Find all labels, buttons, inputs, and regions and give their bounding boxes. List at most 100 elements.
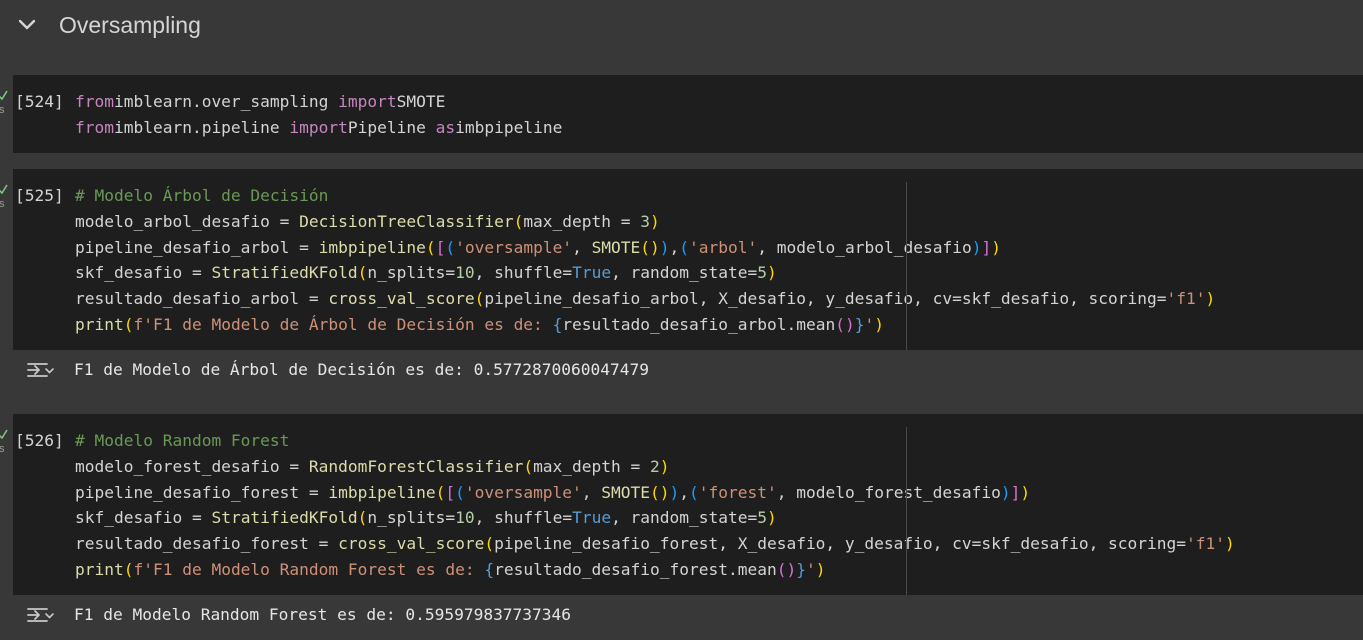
code-token: 'f1' [1186, 534, 1226, 554]
code-token: ( [455, 482, 465, 502]
code-token: pipeline_desafio_forest, X_desafio, y_de… [494, 534, 1187, 554]
code-token: True [572, 263, 612, 283]
code-token: print [75, 559, 124, 579]
code-line[interactable]: print(f'F1 de Modelo Random Forest es de… [75, 557, 1235, 583]
code-editor[interactable]: # Modelo Árbol de Decisión modelo_arbol_d… [75, 183, 1215, 338]
code-token: n_splits= [367, 508, 456, 528]
code-editor[interactable]: fromimblearn.over_sampling importSMOTE fr… [75, 89, 562, 141]
code-line[interactable]: pipeline_desafio_arbol = imbpipeline([('… [75, 235, 1215, 261]
code-line[interactable]: modelo_forest_desafio = RandomForestClas… [75, 454, 1235, 480]
execution-count: [524] [15, 92, 64, 111]
code-token: StratifiedKFold [211, 508, 358, 528]
cell-status-gutter: s [0, 184, 13, 224]
cell-output: F1 de Modelo Random Forest es de: 0.5959… [13, 595, 1363, 640]
check-icon [0, 429, 8, 439]
code-token: 5 [757, 263, 767, 283]
section-title: Oversampling [59, 12, 201, 38]
code-token: ) [767, 263, 777, 283]
column-ruler [906, 182, 907, 350]
code-token: skf_desafio = [75, 263, 212, 283]
code-token: max_depth = [533, 456, 651, 476]
code-token: f'F1 de Modelo Random Forest es de: [133, 559, 485, 579]
code-token: ( [357, 263, 368, 283]
cell-status-gutter: s [0, 90, 13, 130]
code-token: [ [435, 237, 446, 257]
code-token: modelo_arbol_desafio = [75, 211, 300, 231]
code-line[interactable]: print(f'F1 de Modelo de Árbol de Decisió… [75, 312, 1215, 338]
code-token: pipeline_desafio_forest = [75, 482, 329, 502]
code-token: ( [513, 211, 524, 231]
code-token: pipeline_desafio_arbol, X_desafio, y_des… [484, 289, 1167, 309]
code-line[interactable]: fromimblearn.pipeline importPipeline asi… [75, 115, 562, 141]
output-toggle-icon[interactable] [25, 603, 55, 627]
code-editor[interactable]: # Modelo Random Forest modelo_forest_desa… [75, 428, 1235, 583]
code-token: [ [445, 482, 456, 502]
code-token: , modelo_forest_desafio [776, 482, 1001, 502]
code-token: f'F1 de Modelo de Árbol de Decisión es d… [133, 314, 553, 334]
code-token: } [854, 314, 865, 334]
code-token: cross_val_score [328, 289, 475, 309]
code-line[interactable]: fromimblearn.over_sampling importSMOTE [75, 89, 562, 115]
code-line[interactable]: # Modelo Random Forest [75, 428, 1235, 454]
code-token: StratifiedKFold [211, 263, 358, 283]
code-token: imblearn.over_sampling [113, 92, 339, 111]
execution-count: [525] [15, 186, 64, 205]
code-cell[interactable]: [524] fromimblearn.over_sampling importS… [13, 75, 1363, 153]
code-token: ) [1225, 534, 1235, 554]
code-token: () [835, 314, 855, 334]
code-line[interactable]: modelo_arbol_desafio = DecisionTreeClass… [75, 209, 1215, 235]
code-token: ( [425, 237, 436, 257]
code-line[interactable]: # Modelo Árbol de Decisión [75, 183, 1215, 209]
code-token: , random_state= [611, 508, 758, 528]
code-token: } [796, 559, 806, 579]
code-token: , [679, 482, 690, 502]
output-toggle-icon[interactable] [25, 358, 55, 382]
code-token: ( [474, 289, 485, 309]
code-token: ] [981, 237, 992, 257]
code-cell[interactable]: [525] # Modelo Árbol de Decisión modelo_a… [13, 169, 1363, 350]
code-token: SMOTE [591, 237, 641, 257]
code-token: { [552, 314, 563, 334]
code-token: SMOTE [396, 92, 446, 111]
cell-status-text: s [0, 104, 5, 116]
code-token: True [572, 508, 612, 528]
code-token: 'f1' [1166, 289, 1206, 309]
code-token: ) [991, 237, 1001, 257]
code-token: 'arbol' [689, 237, 758, 257]
code-token: ' [864, 314, 875, 334]
code-line[interactable]: resultado_desafio_arbol = cross_val_scor… [75, 286, 1215, 312]
code-token: resultado_desafio_arbol.mean [562, 314, 836, 334]
code-token: # Modelo Random Forest [75, 431, 290, 450]
code-line[interactable]: resultado_desafio_forest = cross_val_sco… [75, 531, 1235, 557]
code-token: () [650, 482, 670, 502]
code-token: import [289, 117, 348, 137]
code-token: , [572, 237, 592, 257]
code-line[interactable]: skf_desafio = StratifiedKFold(n_splits=1… [75, 505, 1235, 531]
code-token: ) [1000, 482, 1011, 502]
code-token: skf_desafio = [75, 508, 212, 528]
code-token: 'oversample' [455, 237, 573, 257]
code-token: imbpipeline [328, 482, 436, 502]
code-token: from [75, 92, 114, 111]
code-token: , random_state= [611, 263, 758, 283]
code-token: as [435, 117, 456, 137]
code-token: , [669, 237, 680, 257]
code-token: resultado_desafio_forest.mean [494, 559, 777, 579]
code-token: { [484, 559, 495, 579]
code-token: ] [1010, 482, 1021, 502]
code-cell[interactable]: [526] # Modelo Random Forest modelo_fores… [13, 414, 1363, 595]
code-token: ) [971, 237, 982, 257]
code-token: 'oversample' [464, 482, 582, 502]
chevron-down-icon[interactable] [14, 12, 40, 38]
code-token: DecisionTreeClassifier [299, 211, 514, 231]
code-token: 5 [757, 508, 767, 528]
code-line[interactable]: skf_desafio = StratifiedKFold(n_splits=1… [75, 260, 1215, 286]
code-token: 3 [640, 211, 651, 231]
check-icon [0, 184, 8, 194]
code-token: ) [659, 237, 670, 257]
code-token: print [75, 314, 124, 334]
code-token: () [640, 237, 660, 257]
code-token: pipeline_desafio_arbol = [75, 237, 319, 257]
code-token: ( [679, 237, 690, 257]
code-line[interactable]: pipeline_desafio_forest = imbpipeline ([ (… [75, 480, 1235, 506]
